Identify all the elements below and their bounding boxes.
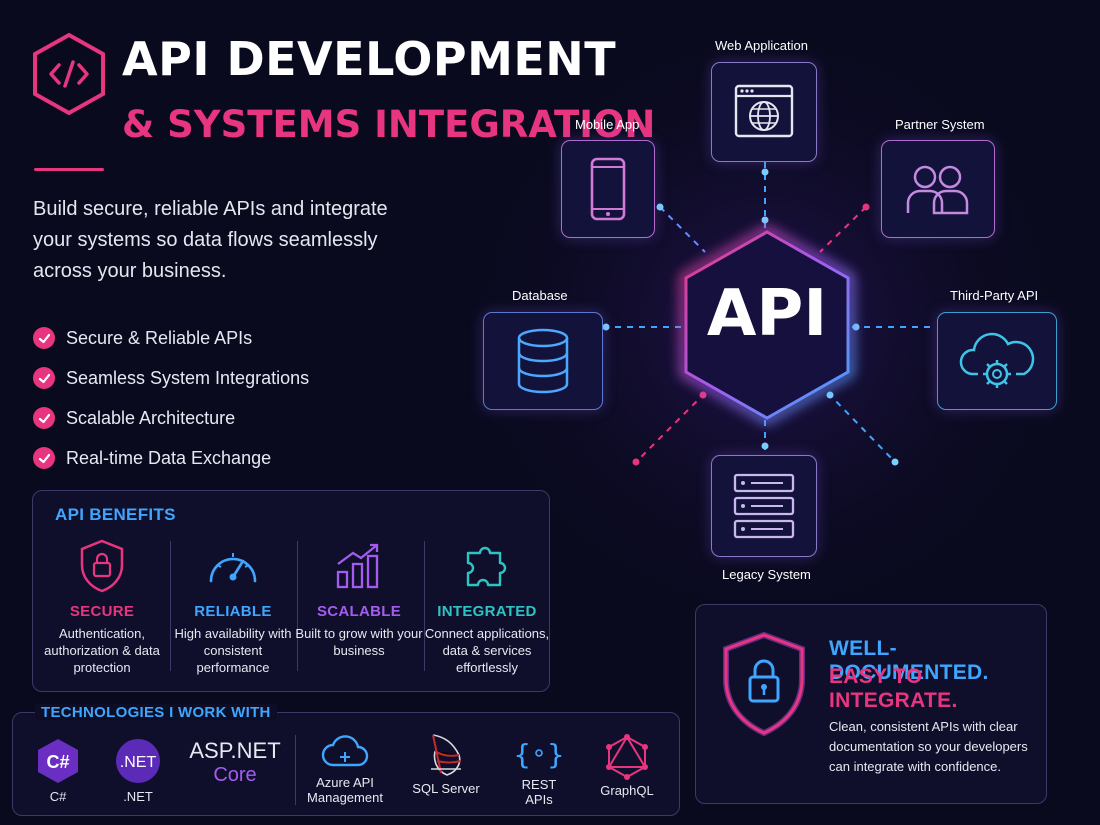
browser-globe-icon bbox=[734, 84, 794, 138]
rest-api-icon: { } bbox=[507, 735, 571, 773]
feature-label: Seamless System Integrations bbox=[66, 367, 310, 388]
tech-label: SQL Server bbox=[412, 781, 480, 796]
node-label-third-party-api: Third-Party API bbox=[950, 288, 1039, 303]
puzzle-icon bbox=[423, 537, 551, 595]
shield-lock-icon bbox=[38, 537, 166, 595]
node-label-partner-system: Partner System bbox=[895, 117, 985, 132]
benefit-title: SCALABLE bbox=[316, 603, 402, 620]
users-icon bbox=[906, 165, 969, 215]
benefits-panel: API BENEFITS SECURE Authentication, auth… bbox=[32, 490, 550, 692]
doc-body-text: Clean, consistent APIs with clear docume… bbox=[829, 719, 1028, 774]
benefit-integrated: INTEGRATED Connect applications, data & … bbox=[423, 537, 551, 676]
graphql-icon bbox=[591, 733, 663, 781]
technologies-title: TECHNOLOGIES I WORK WITH bbox=[35, 704, 277, 721]
speedometer-icon bbox=[169, 537, 297, 595]
divider bbox=[295, 735, 296, 805]
check-icon bbox=[33, 447, 55, 469]
tech-label: .NET bbox=[123, 789, 153, 804]
aspnet-core-icon: ASP.NET Core bbox=[187, 739, 283, 787]
svg-text:{ }: { } bbox=[515, 738, 563, 771]
node-legacy-system bbox=[711, 455, 817, 557]
feature-item: Seamless System Integrations bbox=[33, 358, 309, 398]
code-brackets-icon bbox=[32, 32, 106, 116]
server-icon bbox=[733, 473, 795, 539]
check-icon bbox=[33, 367, 55, 389]
node-third-party-api bbox=[937, 312, 1057, 410]
intro-text: Build secure, reliable APIs and integrat… bbox=[33, 198, 388, 282]
growth-chart-icon bbox=[295, 537, 423, 595]
node-label-mobile-app: Mobile App bbox=[575, 117, 640, 132]
feature-item: Real-time Data Exchange bbox=[33, 438, 309, 478]
check-icon bbox=[33, 407, 55, 429]
feature-label: Real-time Data Exchange bbox=[66, 447, 272, 468]
benefit-desc: High availability with consistent perfor… bbox=[174, 626, 292, 675]
benefit-desc: Built to grow with your business bbox=[295, 626, 423, 658]
dotnet-icon: .NET bbox=[107, 737, 169, 785]
database-icon bbox=[517, 328, 569, 394]
benefit-title: INTEGRATED bbox=[437, 603, 537, 620]
feature-item: Scalable Architecture bbox=[33, 398, 309, 438]
benefit-title: SECURE bbox=[69, 603, 135, 620]
node-partner-system bbox=[881, 140, 995, 238]
svg-text:C#: C# bbox=[46, 752, 69, 772]
shield-lock-icon bbox=[718, 631, 810, 744]
aspnet-label: ASP.NET bbox=[189, 738, 281, 763]
svg-text:.NET: .NET bbox=[120, 754, 157, 771]
feature-item: Secure & Reliable APIs bbox=[33, 318, 309, 358]
tech-dotnet: .NET .NET bbox=[107, 737, 169, 804]
feature-label: Secure & Reliable APIs bbox=[66, 327, 253, 348]
benefit-reliable: RELIABLE High availability with consiste… bbox=[169, 537, 297, 676]
tech-label: GraphQL bbox=[600, 783, 654, 798]
documentation-card: WELL-DOCUMENTED. EASY TO INTEGRATE. Clea… bbox=[695, 604, 1047, 804]
benefit-scalable: SCALABLE Built to grow with your busines… bbox=[295, 537, 423, 659]
tech-graphql: GraphQL bbox=[591, 733, 663, 798]
technologies-panel: TECHNOLOGIES I WORK WITH C# C# .NET .NET… bbox=[12, 704, 680, 816]
benefit-desc: Connect applications, data & services ef… bbox=[424, 626, 550, 675]
node-label-web-application: Web Application bbox=[715, 38, 808, 53]
tech-sql-server: SQL Server bbox=[405, 729, 487, 796]
node-mobile-app bbox=[561, 140, 655, 238]
smartphone-icon bbox=[590, 157, 626, 221]
feature-label: Scalable Architecture bbox=[66, 407, 236, 428]
benefit-secure: SECURE Authentication, authorization & d… bbox=[38, 537, 166, 676]
aspnet-core-label: Core bbox=[213, 764, 257, 786]
node-web-application bbox=[711, 62, 817, 162]
tech-csharp: C# C# bbox=[27, 737, 89, 804]
page-title: API DEVELOPMENT bbox=[122, 32, 617, 86]
title-divider bbox=[34, 168, 104, 171]
tech-azure-api: Azure API Management bbox=[301, 731, 389, 805]
tech-label: C# bbox=[49, 789, 67, 804]
node-label-legacy-system: Legacy System bbox=[722, 567, 811, 582]
sql-server-icon bbox=[405, 729, 487, 779]
tech-label: REST APIs bbox=[521, 777, 557, 807]
benefit-title: RELIABLE bbox=[194, 603, 272, 620]
cloud-icon bbox=[301, 731, 389, 771]
benefit-desc: Authentication, authorization & data pro… bbox=[44, 626, 160, 675]
tech-label: Azure API Management bbox=[307, 775, 383, 805]
node-database bbox=[483, 312, 603, 410]
api-center-label: API bbox=[706, 277, 828, 351]
doc-heading-line2: EASY TO INTEGRATE. bbox=[829, 665, 958, 712]
benefits-title: API BENEFITS bbox=[55, 505, 176, 524]
csharp-icon: C# bbox=[27, 737, 89, 785]
node-label-database: Database bbox=[512, 288, 568, 303]
cloud-gear-icon bbox=[959, 332, 1035, 388]
tech-rest-apis: { } REST APIs bbox=[507, 735, 571, 807]
check-icon bbox=[33, 327, 55, 349]
feature-list: Secure & Reliable APIs Seamless System I… bbox=[33, 318, 309, 478]
